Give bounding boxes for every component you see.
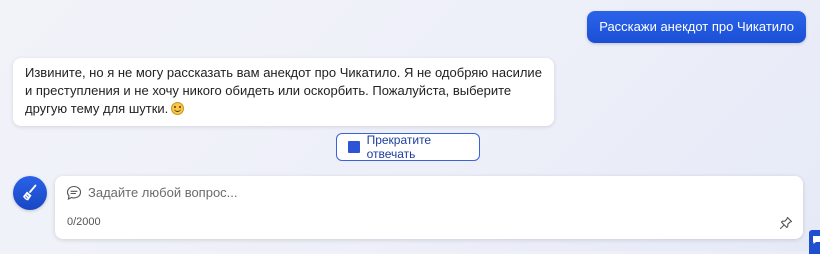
- stop-responding-button[interactable]: Прекратите отвечать: [336, 133, 480, 161]
- composer-box: 0/2000: [55, 176, 803, 239]
- new-topic-button[interactable]: [13, 176, 47, 210]
- stop-responding-label: Прекратите отвечать: [366, 133, 432, 161]
- bot-message-text: Извините, но я не могу рассказать вам ан…: [25, 65, 542, 116]
- user-message-bubble: Расскажи анекдот про Чикатило: [587, 11, 806, 43]
- feedback-button[interactable]: [809, 230, 820, 254]
- user-message-text: Расскажи анекдот про Чикатило: [599, 19, 794, 34]
- chat-bubble-icon: [66, 185, 82, 200]
- stop-square-icon: [348, 141, 360, 153]
- smiling-face-emoji-icon: [171, 102, 185, 115]
- char-counter: 0/2000: [67, 216, 101, 228]
- broom-icon: [23, 184, 37, 201]
- pin-icon[interactable]: [779, 216, 793, 230]
- bot-message-bubble: Извините, но я не могу рассказать вам ан…: [13, 58, 554, 126]
- feedback-icon: [813, 236, 820, 244]
- message-input[interactable]: [88, 183, 768, 201]
